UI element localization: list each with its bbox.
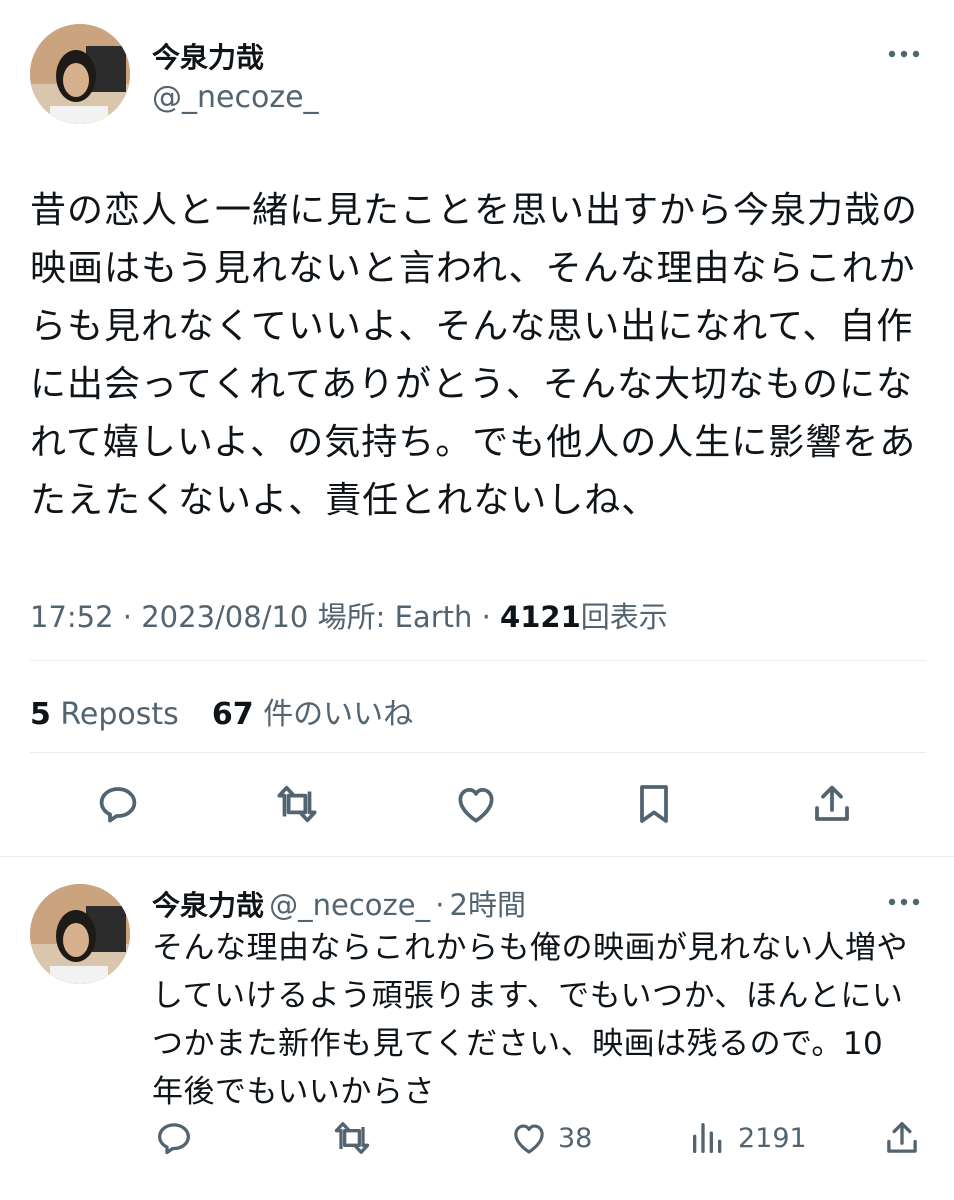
reply-line: そんな理由ならこれからも俺の映画が見れない人増や — [152, 930, 908, 966]
reposts-stat[interactable]: 5 Reposts — [30, 697, 179, 732]
reply-repost-button[interactable] — [330, 1116, 374, 1160]
engagement-stats: 5 Reposts 67 件のいいね — [30, 689, 413, 733]
likes-label: 件のいいね — [263, 697, 414, 732]
likes-count: 67 — [211, 697, 254, 732]
reply-handle[interactable]: @_necoze_ — [269, 888, 430, 922]
tweet-body: 昔の恋人と一緒に見たことを思い出すから今泉力哉の 映画はもう見れないと言われ、そ… — [30, 182, 930, 530]
repost-icon — [277, 785, 317, 823]
reply-views-count: 2191 — [738, 1122, 807, 1154]
reply-time[interactable]: 2時間 — [450, 888, 526, 922]
bookmark-button[interactable] — [628, 778, 680, 830]
tweet-line: に出会ってくれてありがとう、そんな大切なものにな — [30, 364, 913, 405]
reply-line: つかまた新作も見てください、映画は残るので。10 — [152, 1026, 884, 1062]
separator-dot: · — [435, 888, 445, 922]
reply-like-count: 38 — [558, 1122, 593, 1154]
reply-header: 今泉力哉 @_necoze_ · 2時間 — [152, 882, 526, 924]
separator-dot: · — [481, 600, 501, 634]
tweet-time[interactable]: 17:52 — [30, 600, 114, 634]
more-icon — [888, 50, 920, 58]
reply-line: 年後でもいいからさ — [152, 1074, 435, 1110]
reply-icon — [157, 1123, 191, 1155]
reply-line: していけるよう頑張ります、でもいつか、ほんとにい — [152, 978, 904, 1014]
likes-stat[interactable]: 67 件のいいね — [212, 697, 413, 732]
avatar[interactable] — [30, 24, 130, 124]
tweet-line: 映画はもう見れないと言われ、そんな理由ならこれか — [30, 248, 916, 289]
repost-button[interactable] — [271, 778, 323, 830]
reply-avatar[interactable] — [30, 884, 130, 984]
share-button[interactable] — [806, 778, 858, 830]
avatar-image — [30, 24, 130, 124]
avatar-image — [30, 884, 130, 984]
like-button[interactable] — [450, 778, 502, 830]
share-icon — [887, 1121, 917, 1153]
views-count: 4121 — [500, 600, 581, 634]
reply-views-button[interactable]: 2191 — [688, 1116, 807, 1160]
user-handle[interactable]: @_necoze_ — [152, 80, 319, 115]
views-label: 回表示 — [580, 600, 668, 634]
tweet-line: れて嬉しいよ、の気持ち。でも他人の人生に影響をあ — [30, 422, 917, 463]
tweet-date[interactable]: 2023/08/10 — [141, 600, 308, 634]
reposts-count: 5 — [30, 697, 51, 732]
reposts-label: Reposts — [60, 697, 179, 732]
reply-body: そんな理由ならこれからも俺の映画が見れない人増や していけるよう頑張ります、でも… — [152, 924, 942, 1116]
reply-share-button[interactable] — [880, 1116, 924, 1160]
like-icon — [458, 787, 494, 823]
tweet-meta: 17:52 · 2023/08/10 場所: Earth · 4121回表示 — [30, 594, 668, 636]
tweet-line: たえたくないよ、責任とれないしね、 — [30, 480, 659, 521]
more-icon — [888, 898, 920, 906]
share-icon — [815, 785, 849, 821]
display-name[interactable]: 今泉力哉 — [152, 36, 264, 76]
reply-display-name[interactable]: 今泉力哉 — [152, 889, 264, 922]
divider — [0, 856, 954, 857]
views-icon — [693, 1123, 722, 1153]
divider — [30, 660, 926, 661]
reply-like-button[interactable]: 38 — [508, 1116, 592, 1160]
tweet-line: 昔の恋人と一緒に見たことを思い出すから今泉力哉の — [30, 190, 919, 231]
reply-icon — [99, 787, 137, 823]
reply-button[interactable] — [92, 778, 144, 830]
repost-icon — [334, 1122, 370, 1154]
like-icon — [514, 1124, 544, 1154]
tweet-line: らも見れなくていいよ、そんな思い出になれて、自作 — [30, 306, 914, 347]
more-options-button[interactable] — [884, 46, 924, 66]
separator-dot: · — [122, 600, 142, 634]
bookmark-icon — [640, 785, 668, 823]
tweet-location: 場所: Earth — [317, 600, 473, 634]
divider — [30, 752, 926, 753]
reply-reply-button[interactable] — [152, 1116, 196, 1160]
reply-more-options-button[interactable] — [884, 894, 924, 914]
